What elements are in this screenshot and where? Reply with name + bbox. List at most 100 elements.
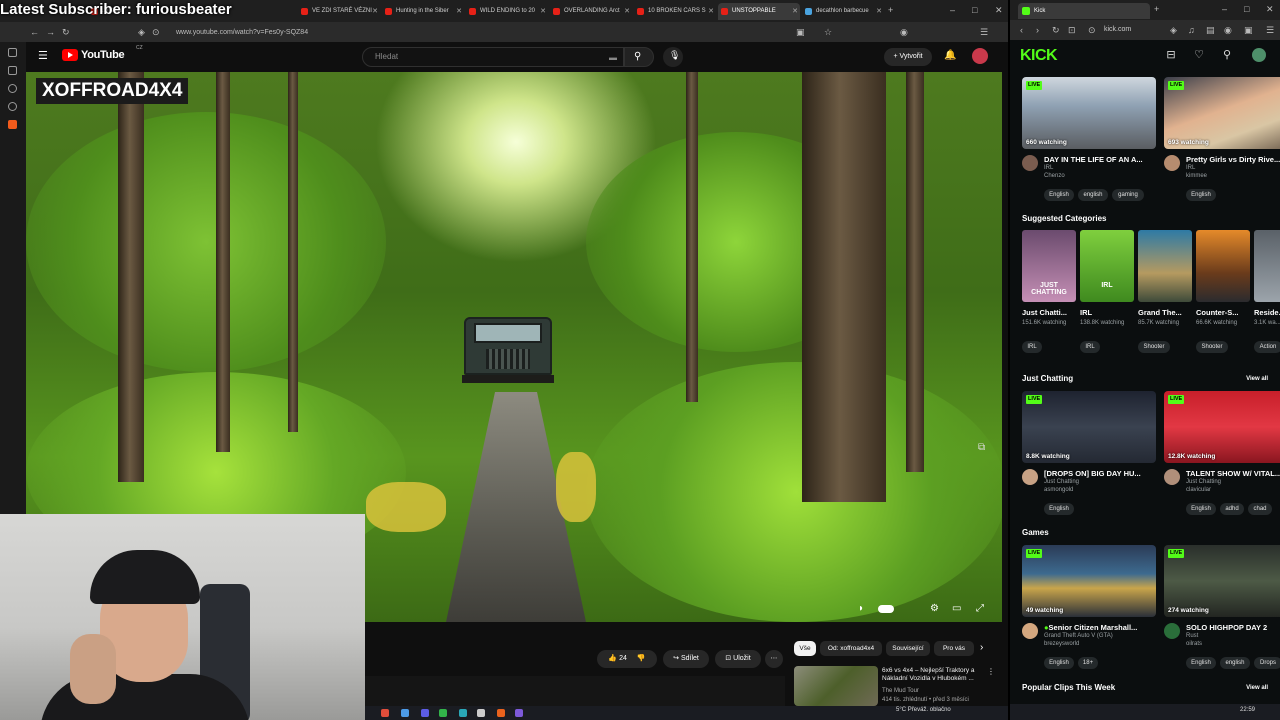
notifications-bell-icon[interactable]: 🔔 (944, 50, 956, 62)
browser-tab-active[interactable]: UNSTOPPABLE ✕ (718, 3, 800, 20)
stream-category[interactable]: Just Chatting (1044, 479, 1079, 485)
close-icon[interactable]: ✕ (624, 3, 630, 20)
browser-tab[interactable]: Hunting in the Siber ✕ (382, 3, 464, 20)
section-title-popular-clips[interactable]: Popular Clips This Week (1022, 683, 1115, 692)
recommended-video-title[interactable]: 6x6 vs 4x4 – Nejlepší Traktory a Nákladn… (882, 667, 990, 683)
bookmark-icon[interactable]: ⊡ (1068, 24, 1076, 36)
sidebar-extension-icon[interactable] (8, 120, 17, 129)
extension-icon[interactable]: ◉ (900, 26, 908, 38)
streamer-avatar[interactable] (1164, 155, 1180, 171)
taskbar-app-icon[interactable] (401, 709, 409, 717)
close-icon[interactable]: ✕ (792, 3, 798, 20)
stream-thumbnail[interactable]: LIVE 660 watching (1022, 77, 1156, 149)
stream-tag[interactable]: adhd (1220, 503, 1244, 515)
new-tab-icon[interactable]: + (888, 4, 893, 16)
create-button[interactable]: + Vytvořit (884, 48, 932, 66)
close-icon[interactable]: ✕ (540, 3, 546, 20)
stream-tag[interactable]: English (1044, 189, 1074, 201)
search-icon[interactable]: ⚲ (1220, 48, 1234, 62)
stream-category[interactable]: Rust (1186, 633, 1198, 639)
theater-mode-icon[interactable]: ▭ (952, 602, 961, 616)
stream-title[interactable]: TALENT SHOW W/ VITAL... (1186, 469, 1280, 478)
stream-category[interactable]: IRL (1044, 165, 1053, 171)
stream-thumbnail[interactable]: LIVE 274 watching (1164, 545, 1280, 617)
avatar[interactable] (1252, 48, 1266, 62)
taskbar-app-icon[interactable] (381, 709, 389, 717)
extension-icon[interactable]: ▤ (1206, 24, 1215, 36)
stream-tag[interactable]: 18+ (1078, 657, 1098, 669)
stream-thumbnail[interactable]: LIVE 12.8K watching (1164, 391, 1280, 463)
maximize-icon[interactable]: □ (972, 4, 977, 16)
back-icon[interactable]: ‹ (1020, 24, 1023, 36)
category-name[interactable]: Counter-S... (1196, 308, 1252, 317)
minimize-icon[interactable]: – (950, 4, 955, 16)
autoplay-toggle[interactable] (878, 605, 894, 613)
chip-related[interactable]: Související (886, 641, 930, 656)
search-button[interactable]: ⚲ (624, 47, 654, 67)
section-title-games[interactable]: Games (1022, 528, 1049, 537)
miniplayer-icon[interactable]: ◗ (858, 602, 864, 616)
inbox-icon[interactable]: ⊟ (1164, 48, 1178, 62)
settings-gear-icon[interactable]: ⚙ (930, 602, 939, 616)
taskbar-app-icon[interactable] (497, 709, 505, 717)
sidebar-downloads-icon[interactable] (8, 102, 17, 111)
stream-thumbnail[interactable]: LIVE 8.8K watching (1022, 391, 1156, 463)
category-tag[interactable]: Shooter (1196, 341, 1228, 353)
chevron-right-icon[interactable]: › (980, 642, 983, 653)
avatar[interactable] (972, 48, 988, 64)
taskbar-weather[interactable]: 5°C Převáž. oblačno (896, 707, 951, 713)
stream-title[interactable]: SOLO HIGHPOP DAY 2 (1186, 623, 1280, 632)
category-image[interactable]: JUST CHATTING (1022, 230, 1076, 302)
lock-icon[interactable]: ⊙ (152, 26, 160, 38)
youtube-logo-text[interactable]: YouTube (81, 49, 125, 61)
streamer-avatar[interactable] (1164, 469, 1180, 485)
taskbar-clock[interactable]: 22:59 (1240, 707, 1255, 713)
browser-tab[interactable]: OVERLANDING Arct ✕ (550, 3, 632, 20)
stream-category[interactable]: IRL (1186, 165, 1195, 171)
stream-card[interactable]: LIVE 274 watching SOLO HIGHPOP DAY 2 Rus… (1164, 545, 1280, 673)
streamer-name[interactable]: brezeysworld (1044, 641, 1079, 647)
stream-tag[interactable]: gaming (1112, 189, 1144, 201)
browser-tab[interactable]: 10 BROKEN CARS S ✕ (634, 3, 716, 20)
new-tab-icon[interactable]: + (1154, 3, 1159, 15)
stream-card[interactable]: LIVE 49 watching ●Senior Citizen Marshal… (1022, 545, 1160, 673)
forward-icon[interactable]: › (1036, 24, 1039, 36)
chip-from-channel[interactable]: Od: xoffroad4x4 (820, 641, 882, 656)
extension-icon[interactable]: ▣ (1244, 24, 1253, 36)
minimize-icon[interactable]: – (1222, 3, 1227, 15)
shield-icon[interactable]: ◈ (138, 26, 145, 38)
url-field[interactable]: www.youtube.com/watch?v=Fes0y-SQZ84 (176, 26, 796, 39)
streamer-name[interactable]: oilrats (1186, 641, 1202, 647)
stream-title[interactable]: [DROPS ON] BIG DAY HU... (1044, 469, 1160, 478)
music-icon[interactable]: ♫ (1188, 24, 1195, 36)
recommended-video-thumbnail[interactable] (794, 666, 878, 706)
browser-tab[interactable]: VE ZDI STARÉ VÉZNI ✕ (298, 3, 380, 20)
streamer-avatar[interactable] (1022, 623, 1038, 639)
sidebar-history-icon[interactable] (8, 84, 17, 93)
reload-icon[interactable]: ↻ (1052, 24, 1060, 36)
fullscreen-icon[interactable]: ⤢ (976, 602, 984, 616)
url-field[interactable]: kick.com (1104, 24, 1131, 36)
category-image[interactable] (1254, 230, 1280, 302)
sidebar-workspace-icon[interactable] (8, 48, 17, 57)
pip-icon[interactable]: ▣ (796, 26, 805, 38)
stream-tag[interactable]: English (1044, 657, 1074, 669)
browser-tab-active[interactable]: Kick (1018, 3, 1150, 19)
extension-icon[interactable]: ◉ (1224, 24, 1232, 36)
stream-card[interactable]: LIVE 12.8K watching TALENT SHOW W/ VITAL… (1164, 391, 1280, 519)
save-button[interactable]: ⊡ Uložit (715, 650, 761, 668)
stream-card[interactable]: LIVE 660 watching DAY IN THE LIFE OF AN … (1022, 77, 1160, 205)
bookmark-star-icon[interactable]: ☆ (824, 26, 832, 38)
streamer-name[interactable]: Chenzo (1044, 173, 1065, 179)
taskbar-app-icon[interactable] (459, 709, 467, 717)
close-icon[interactable]: ✕ (876, 3, 882, 20)
streamer-name[interactable]: asmongold (1044, 487, 1073, 493)
stream-card[interactable]: LIVE 693 watching Pretty Girls vs Dirty … (1164, 77, 1280, 205)
stream-tag[interactable]: English (1186, 657, 1216, 669)
site-info-icon[interactable]: ⊙ (1088, 24, 1096, 36)
stream-title[interactable]: ●Senior Citizen Marshall... (1044, 623, 1160, 632)
heart-icon[interactable]: ♡ (1192, 48, 1206, 62)
hamburger-menu-icon[interactable]: ☰ (38, 50, 48, 62)
category-name[interactable]: Grand The... (1138, 308, 1194, 317)
stream-thumbnail[interactable]: LIVE 49 watching (1022, 545, 1156, 617)
